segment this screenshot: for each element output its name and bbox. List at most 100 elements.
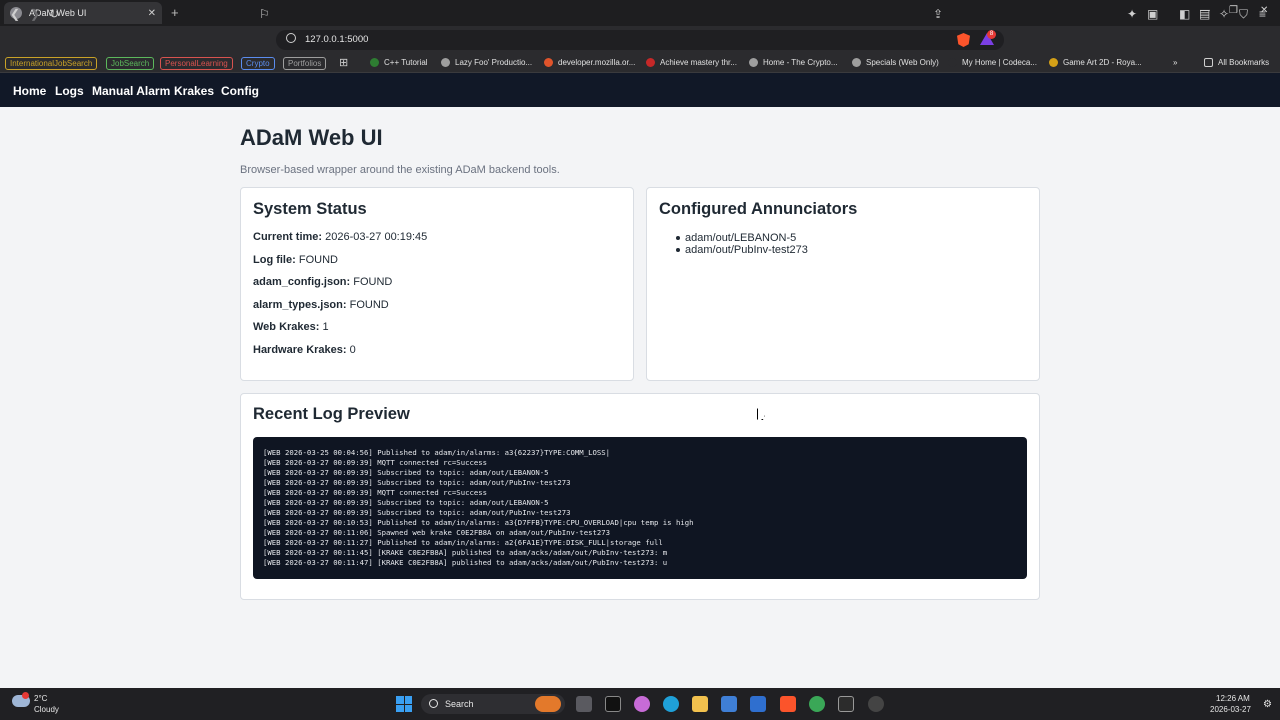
nav-logs[interactable]: Logs <box>55 84 84 98</box>
bookmark-link[interactable]: Home - The Crypto... <box>749 58 838 67</box>
status-value: 0 <box>349 344 356 356</box>
more-bookmarks-icon[interactable]: » <box>1173 58 1177 67</box>
bookmark-link[interactable]: Lazy Foo' Productio... <box>441 58 532 67</box>
restore-icon[interactable]: ❐ <box>1229 5 1238 16</box>
bookmark-link[interactable]: My Home | Codeca... <box>948 58 1037 67</box>
browser-tab[interactable]: ADaM Web UI ✕ <box>4 2 162 24</box>
bookmark-label: Achieve mastery thr... <box>660 58 737 67</box>
address-url[interactable]: 127.0.0.1:5000 <box>305 34 368 45</box>
bookmark-tag[interactable]: JobSearch <box>106 57 155 70</box>
close-tab-icon[interactable]: ✕ <box>148 8 156 19</box>
bookmark-tag[interactable]: Portfolios <box>283 57 327 70</box>
site-icon <box>1049 58 1058 67</box>
bookmark-label: developer.mozilla.or... <box>558 58 636 67</box>
status-label: adam_config.json: <box>253 276 351 289</box>
terminal-icon[interactable] <box>838 696 854 712</box>
site-icon <box>948 58 957 67</box>
file-manager-icon[interactable] <box>576 696 592 712</box>
notification-icon[interactable]: ⚙ <box>1263 699 1272 710</box>
sidebar-icon[interactable]: ◧ <box>1179 6 1190 22</box>
back-icon[interactable]: ❮ <box>10 6 20 22</box>
address-bar[interactable] <box>276 30 1004 50</box>
status-row: alarm_types.json: FOUND <box>253 299 389 311</box>
weather-alert-badge <box>22 692 29 699</box>
status-row: Current time: 2026-03-27 00:19:45 <box>253 231 427 243</box>
status-row: Web Krakes: 1 <box>253 321 329 333</box>
log-line: [WEB 2026-03-27 00:09:39] Subscribed to … <box>263 498 549 507</box>
annunciator-item: adam/out/PubInv-test273 <box>676 244 808 256</box>
store-icon[interactable] <box>721 696 737 712</box>
clock-time[interactable]: 12:26 AM <box>1216 694 1250 703</box>
site-icon <box>749 58 758 67</box>
start-button[interactable] <box>396 696 412 712</box>
status-row: adam_config.json: FOUND <box>253 276 392 288</box>
tab-manager-icon[interactable]: ▣ <box>1147 6 1158 22</box>
site-icon <box>646 58 655 67</box>
bookmark-link[interactable]: Game Art 2D - Roya... <box>1049 58 1142 67</box>
new-tab-icon[interactable]: + <box>171 5 179 20</box>
folder-icon <box>1204 58 1213 67</box>
bookmark-tag[interactable]: Crypto <box>241 57 275 70</box>
folder-icon[interactable] <box>692 696 708 712</box>
edge-icon[interactable] <box>663 696 679 712</box>
bookmark-link[interactable]: Specials (Web Only) <box>852 58 939 67</box>
log-line: [WEB 2026-03-27 00:09:39] Subscribed to … <box>263 508 571 517</box>
system-status-title: System Status <box>253 200 367 218</box>
bookmark-link[interactable]: C++ Tutorial <box>370 58 428 67</box>
leo-ai-icon[interactable]: ✧ <box>1219 6 1229 22</box>
clock-date[interactable]: 2026-03-27 <box>1210 705 1251 714</box>
bookmark-label: My Home | Codeca... <box>962 58 1037 67</box>
bookmark-tag[interactable]: InternationalJobSearch <box>5 57 98 70</box>
tab-title: ADaM Web UI <box>29 8 87 18</box>
page-title: ADaM Web UI <box>240 125 383 150</box>
status-value: FOUND <box>298 253 338 266</box>
menu-icon[interactable]: ≡ <box>1259 6 1266 22</box>
globe-icon <box>441 58 450 67</box>
search-highlight-icon <box>535 696 561 712</box>
brave-browser-icon[interactable] <box>780 696 796 712</box>
apps-grid-icon[interactable]: ⊞ <box>339 57 351 69</box>
chrome-icon[interactable] <box>809 696 825 712</box>
mail-icon[interactable] <box>750 696 766 712</box>
globe-icon <box>852 58 861 67</box>
epic-games-icon[interactable] <box>605 696 621 712</box>
all-bookmarks-button[interactable]: All Bookmarks <box>1204 58 1269 67</box>
settings-icon[interactable] <box>868 696 884 712</box>
extensions-icon[interactable]: ✦ <box>1127 6 1137 22</box>
vpn-shield-icon[interactable]: ⛉ <box>1239 6 1248 22</box>
bookmark-link[interactable]: developer.mozilla.or... <box>544 58 635 67</box>
forward-icon[interactable]: ❯ <box>30 6 40 22</box>
log-line: [WEB 2026-03-27 00:11:47] [KRAKE C0E2FB8… <box>263 558 668 567</box>
nav-config[interactable]: Config <box>221 84 259 98</box>
status-label: alarm_types.json: <box>253 298 347 311</box>
weather-temperature[interactable]: 2°C <box>34 694 47 703</box>
page-subtitle: Browser-based wrapper around the existin… <box>240 164 560 176</box>
copilot-icon[interactable] <box>634 696 650 712</box>
status-value: FOUND <box>349 298 389 311</box>
annunciator-list: adam/out/LEBANON-5 adam/out/PubInv-test2… <box>676 232 808 256</box>
status-label: Current time: <box>253 231 323 243</box>
log-output[interactable]: [WEB 2026-03-25 00:04:56] Published to a… <box>253 437 1027 579</box>
bookmark-tag[interactable]: PersonalLearning <box>160 57 233 70</box>
wallet-icon[interactable]: ▤ <box>1199 6 1210 22</box>
nav-home[interactable]: Home <box>13 84 46 98</box>
bookmark-label: Home - The Crypto... <box>763 58 838 67</box>
search-icon <box>429 699 438 708</box>
share-icon[interactable]: ⇪ <box>933 6 943 22</box>
bookmark-label: Specials (Web Only) <box>866 58 939 67</box>
status-label: Web Krakes: <box>253 321 320 334</box>
reload-icon[interactable]: ↻ <box>49 6 59 22</box>
nav-krakes[interactable]: Krakes <box>174 84 214 98</box>
nav-manual-alarm[interactable]: Manual Alarm <box>92 84 170 98</box>
annunciator-item: adam/out/LEBANON-5 <box>676 232 808 244</box>
bookmark-link[interactable]: Achieve mastery thr... <box>646 58 737 67</box>
all-bookmarks-label: All Bookmarks <box>1218 58 1270 67</box>
browser-tab-bar <box>0 0 1280 26</box>
bookmark-label: Lazy Foo' Productio... <box>455 58 533 67</box>
status-row: Log file: FOUND <box>253 254 338 266</box>
weather-condition[interactable]: Cloudy <box>34 705 59 714</box>
bookmark-page-icon[interactable]: ⚐ <box>259 6 270 22</box>
status-value: 1 <box>322 321 329 334</box>
status-row: Hardware Krakes: 0 <box>253 344 356 356</box>
site-info-icon[interactable] <box>286 33 296 43</box>
